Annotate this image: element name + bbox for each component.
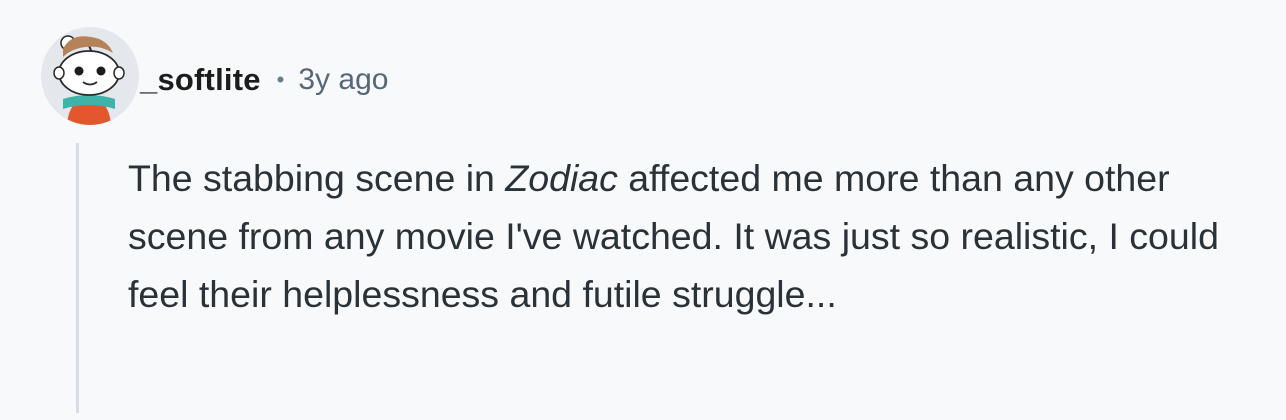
comment-header: _softlite • 3y ago [140,58,388,102]
comment: _softlite • 3y ago The stabbing scene in… [0,0,1286,420]
thread-collapse-line[interactable] [76,143,79,413]
author-username[interactable]: _softlite [140,62,261,98]
comment-body: The stabbing scene in Zodiac affected me… [128,149,1248,323]
comment-timestamp[interactable]: 3y ago [298,63,388,97]
body-text-start: The stabbing scene in [128,157,506,199]
meta-separator: • [276,67,285,92]
user-avatar[interactable] [41,27,139,125]
body-text-italic: Zodiac [505,157,618,199]
snoo-avatar-icon [53,35,125,125]
